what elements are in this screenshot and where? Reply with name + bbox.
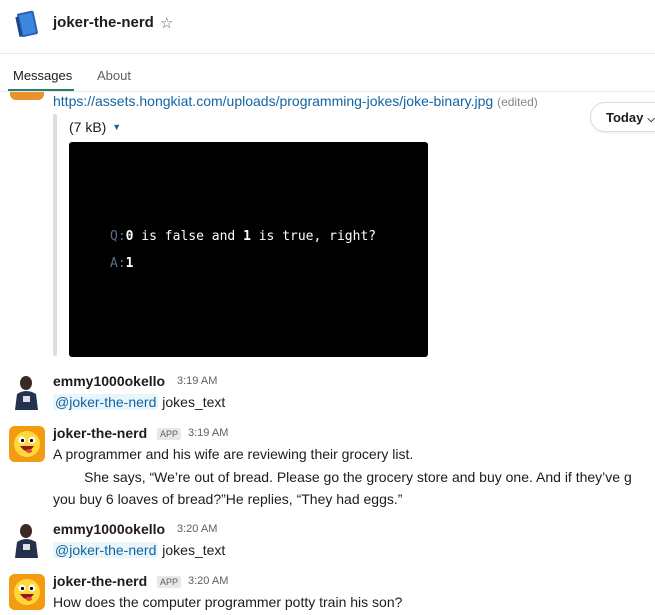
- message-line: How does the computer programmer potty t…: [53, 594, 403, 610]
- avatar[interactable]: [10, 92, 44, 100]
- q-num2: 1: [243, 229, 251, 244]
- message-line: you buy 6 loaves of bread?”He replies, “…: [53, 491, 403, 507]
- timestamp[interactable]: 3:19 AM: [188, 427, 228, 439]
- sender-name[interactable]: joker-the-nerd: [53, 425, 147, 441]
- message-text: @joker-the-nerd jokes_text: [53, 394, 225, 410]
- message-line: She says, “We’re out of bread. Please go…: [53, 469, 632, 485]
- edited-label: (edited): [497, 95, 538, 109]
- joke-image[interactable]: Q:0 is false and 1 is true, right? A:1: [69, 142, 428, 357]
- notebook-icon: [15, 10, 38, 38]
- tab-about[interactable]: About: [97, 68, 131, 83]
- tab-messages[interactable]: Messages: [13, 68, 72, 83]
- timestamp[interactable]: 3:19 AM: [177, 375, 217, 387]
- sender-name[interactable]: emmy1000okello: [53, 521, 165, 537]
- caret-down-icon[interactable]: ▼: [112, 122, 121, 132]
- channel-header: joker-the-nerd ☆: [0, 0, 655, 54]
- image-answer-line: A:1: [110, 256, 133, 271]
- sender-name[interactable]: joker-the-nerd: [53, 573, 147, 589]
- tab-bar: Messages About: [0, 54, 655, 92]
- message-body: jokes_text: [162, 394, 226, 410]
- chevron-down-icon: ⌵: [647, 114, 655, 125]
- file-url[interactable]: https://assets.hongkiat.com/uploads/prog…: [53, 93, 493, 109]
- date-divider-button[interactable]: Today ⌵: [590, 102, 655, 132]
- a-prefix: A:: [110, 256, 126, 271]
- avatar[interactable]: [9, 574, 45, 610]
- q-mid: is false and: [133, 229, 244, 244]
- user-mention[interactable]: @joker-the-nerd: [53, 542, 159, 558]
- file-size[interactable]: (7 kB) ▼: [69, 119, 121, 135]
- avatar[interactable]: [9, 522, 45, 558]
- message-line: A programmer and his wife are reviewing …: [53, 446, 414, 462]
- q-prefix: Q:: [110, 229, 126, 244]
- message-text: @joker-the-nerd jokes_text: [53, 542, 225, 558]
- timestamp[interactable]: 3:20 AM: [177, 523, 217, 535]
- timestamp[interactable]: 3:20 AM: [188, 575, 228, 587]
- avatar[interactable]: [9, 374, 45, 410]
- q-end: is true, right?: [250, 229, 377, 244]
- file-size-label: (7 kB): [69, 119, 107, 135]
- active-tab-indicator: [8, 89, 74, 91]
- channel-name[interactable]: joker-the-nerd: [53, 14, 154, 31]
- avatar[interactable]: [9, 426, 45, 462]
- message-list[interactable]: https://assets.hongkiat.com/uploads/prog…: [0, 92, 655, 615]
- sender-name[interactable]: emmy1000okello: [53, 373, 165, 389]
- date-divider-label: Today: [606, 110, 644, 125]
- file-link[interactable]: https://assets.hongkiat.com/uploads/prog…: [53, 93, 538, 109]
- app-badge: APP: [157, 428, 182, 440]
- star-icon[interactable]: ☆: [160, 14, 173, 32]
- message-body: jokes_text: [162, 542, 226, 558]
- attachment-bar: [53, 114, 57, 356]
- image-question-line: Q:0 is false and 1 is true, right?: [110, 229, 376, 244]
- app-badge: APP: [157, 576, 182, 588]
- user-mention[interactable]: @joker-the-nerd: [53, 394, 159, 410]
- a-value: 1: [125, 256, 134, 271]
